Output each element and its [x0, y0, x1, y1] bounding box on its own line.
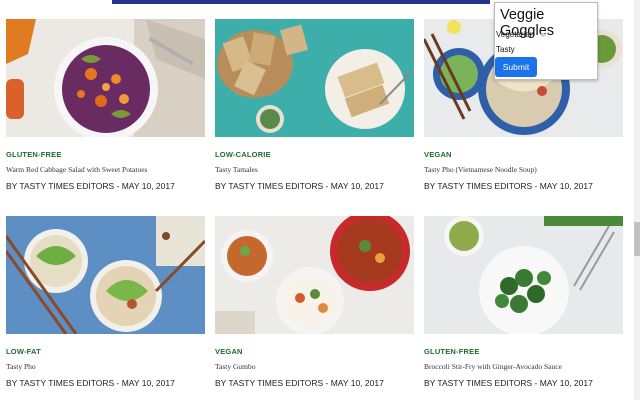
header-bar	[112, 0, 490, 4]
recipe-image[interactable]	[424, 216, 623, 334]
recipe-tag: GLUTEN-FREE	[424, 347, 480, 356]
recipe-tag: LOW-FAT	[6, 347, 41, 356]
recipe-byline: BY TASTY TIMES EDITORS - MAY 10, 2017	[215, 181, 384, 191]
recipe-image[interactable]	[6, 216, 205, 334]
name-input[interactable]: Tasty	[496, 45, 515, 54]
scrollbar[interactable]	[634, 0, 640, 400]
recipe-title[interactable]: Tasty Pho	[6, 362, 36, 371]
submit-button[interactable]: Submit	[495, 57, 537, 77]
recipe-title[interactable]: Broccoli Stir-Fry with Ginger-Avocado Sa…	[424, 362, 562, 371]
recipe-tag: LOW-CALORIE	[215, 150, 271, 159]
recipe-tag: GLUTEN-FREE	[6, 150, 62, 159]
recipe-title[interactable]: Warm Red Cabbage Salad with Sweet Potato…	[6, 165, 147, 174]
recipe-byline: BY TASTY TIMES EDITORS - MAY 10, 2017	[6, 181, 175, 191]
preference-label: Vegetarian	[496, 30, 535, 39]
recipe-image[interactable]	[6, 19, 205, 137]
recipe-byline: BY TASTY TIMES EDITORS - MAY 10, 2017	[424, 181, 593, 191]
recipe-tag: VEGAN	[215, 347, 243, 356]
recipe-image[interactable]	[215, 216, 414, 334]
recipe-title[interactable]: Tasty Tamales	[215, 165, 258, 174]
preference-toggle[interactable]	[541, 33, 545, 37]
recipe-title[interactable]: Tasty Gumbo	[215, 362, 256, 371]
recipe-byline: BY TASTY TIMES EDITORS - MAY 10, 2017	[215, 378, 384, 388]
recipe-byline: BY TASTY TIMES EDITORS - MAY 10, 2017	[6, 378, 175, 388]
recipe-image[interactable]	[215, 19, 414, 137]
scrollbar-thumb[interactable]	[634, 222, 640, 256]
recipe-byline: BY TASTY TIMES EDITORS - MAY 10, 2017	[424, 378, 593, 388]
recipe-title[interactable]: Tasty Pho (Vietnamese Noodle Soup)	[424, 165, 537, 174]
recipe-tag: VEGAN	[424, 150, 452, 159]
